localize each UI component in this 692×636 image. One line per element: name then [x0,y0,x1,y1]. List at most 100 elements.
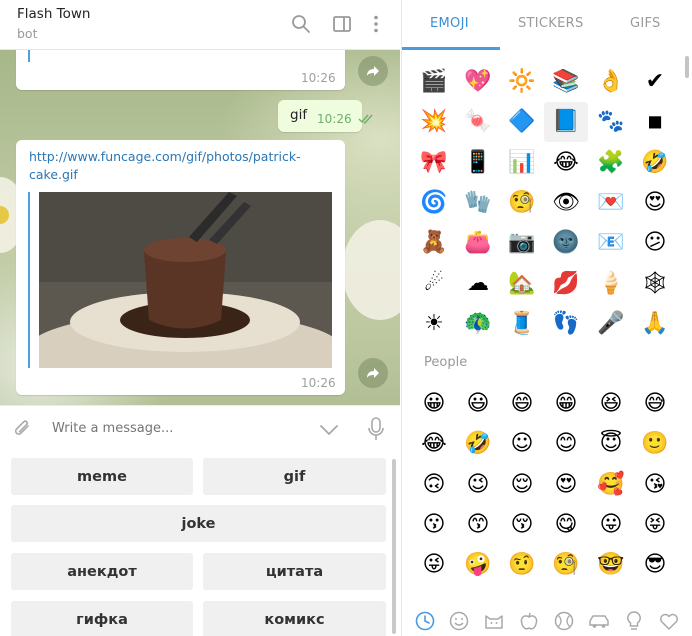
emoji-button[interactable]: 💋 [544,264,588,304]
keyboard-scrollbar[interactable] [392,459,396,634]
emoji-button[interactable]: 😆 [589,384,633,424]
emoji-button[interactable]: 😄 [500,384,544,424]
cat-icon[interactable] [483,610,505,632]
emoji-button[interactable]: 😛 [589,505,633,545]
emoji-button[interactable]: ☀ [412,304,456,344]
emoji-button[interactable]: 🌚 [544,223,588,263]
emoji-button[interactable]: 🙃 [412,465,456,505]
bot-button-anekdot[interactable]: анекдот [11,553,193,590]
bot-button-meme[interactable]: meme [11,458,193,495]
emoji-button[interactable]: 🧐 [500,183,544,223]
bot-button-gifka[interactable]: гифка [11,601,193,636]
message-bubble-outgoing[interactable]: gif 10:26 [278,100,373,132]
emoji-button[interactable]: 🤓 [589,545,633,585]
sidebar-toggle-icon[interactable] [331,13,353,35]
emoji-button[interactable]: 😘 [633,465,677,505]
emoji-scrollbar[interactable] [685,56,689,78]
emoji-button[interactable]: 🧸 [412,223,456,263]
emoji-button[interactable]: 📊 [500,143,544,183]
emoji-button[interactable]: 📘 [544,102,588,143]
emoji-button[interactable]: 🤨 [500,545,544,585]
emoji-button[interactable]: 🎀 [412,143,456,183]
emoji-button[interactable]: 🔆 [500,62,544,102]
emoji-button[interactable]: 🤣 [633,143,677,183]
emoji-button[interactable]: 📚 [544,62,588,102]
emoji-button[interactable]: 😗 [412,505,456,545]
emoji-button[interactable]: 😉 [456,465,500,505]
emoji-button[interactable]: 😌 [500,465,544,505]
emoji-button[interactable]: 💌 [589,183,633,223]
message-link[interactable]: http://www.funcage.com/gif/photos/patric… [29,148,319,184]
emoji-button[interactable]: 😀 [412,384,456,424]
tab-gifs[interactable]: GIFS [630,16,661,31]
emoji-button[interactable]: 🙏 [633,304,677,344]
emoji-button[interactable]: 😂 [544,143,588,183]
emoji-button[interactable]: 🧵 [500,304,544,344]
emoji-button[interactable]: 😁 [544,384,588,424]
emoji-button[interactable]: 📷 [500,223,544,263]
microphone-icon[interactable] [366,416,386,442]
emoji-button[interactable]: ☺ [500,424,544,464]
emoji-button[interactable]: 😝 [633,505,677,545]
emoji-button[interactable]: 🦚 [456,304,500,344]
emoji-button[interactable]: 🐾 [589,102,633,142]
car-icon[interactable] [588,610,610,632]
forward-button[interactable] [358,56,388,86]
emoji-button[interactable]: 😜 [412,545,456,585]
emoji-button[interactable]: 🌀 [412,183,456,223]
emoji-button[interactable]: 😅 [633,384,677,424]
emoji-button[interactable]: 😎 [633,545,677,585]
smile-icon[interactable] [448,610,470,632]
emoji-button[interactable]: 👣 [544,304,588,344]
recent-icon[interactable] [414,610,436,632]
search-icon[interactable] [290,13,312,35]
emoji-button[interactable]: 😕 [633,223,677,263]
emoji-button[interactable]: 👁 [544,183,588,223]
message-list[interactable]: 10:26 gif 10:26 http://www.funcage.com/g… [0,50,400,405]
emoji-button[interactable]: ☁ [456,264,500,304]
emoji-button[interactable]: ◾ [633,102,677,142]
emoji-button[interactable]: 🕸 [633,264,677,304]
emoji-button[interactable]: 😍 [633,183,677,223]
bot-button-komiks[interactable]: комикс [203,601,386,636]
emoji-button[interactable]: 😇 [589,424,633,464]
attach-icon[interactable] [12,418,34,442]
emoji-button[interactable]: 🧐 [544,545,588,585]
chat-title[interactable]: Flash Town [17,6,90,22]
bot-button-gif[interactable]: gif [203,458,386,495]
emoji-button[interactable]: 🧤 [456,183,500,223]
emoji-button[interactable]: 😋 [544,505,588,545]
chevron-down-icon[interactable] [318,422,340,438]
emoji-button[interactable]: 😍 [544,465,588,505]
heart-icon[interactable] [658,610,680,632]
more-vertical-icon[interactable] [365,13,387,35]
gif-preview[interactable] [39,192,332,368]
emoji-button[interactable]: 🤪 [456,545,500,585]
bulb-icon[interactable] [623,610,645,632]
emoji-button[interactable]: 📧 [589,223,633,263]
emoji-button[interactable]: 🙂 [633,424,677,464]
apple-icon[interactable] [518,610,540,632]
message-bubble-incoming[interactable]: 10:26 [16,50,345,90]
emoji-button[interactable]: 🥰 [589,465,633,505]
emoji-button[interactable]: 🤣 [456,424,500,464]
emoji-button[interactable]: 😊 [544,424,588,464]
emoji-button[interactable]: 👛 [456,223,500,263]
emoji-button[interactable]: 💥 [412,102,456,142]
emoji-button[interactable]: 🍬 [456,102,500,142]
emoji-button[interactable]: 😂 [412,424,456,464]
emoji-button[interactable]: 💖 [456,62,500,102]
emoji-button[interactable]: 😙 [456,505,500,545]
tab-stickers[interactable]: STICKERS [518,16,584,31]
tab-emoji[interactable]: EMOJI [430,16,469,31]
emoji-button[interactable]: 🍦 [589,264,633,304]
forward-button[interactable] [358,358,388,388]
bot-button-joke[interactable]: joke [11,505,386,542]
message-input[interactable] [52,421,302,436]
ball-icon[interactable] [553,610,575,632]
emoji-button[interactable]: ✔ [633,62,677,102]
emoji-button[interactable]: 🧩 [589,143,633,183]
emoji-button[interactable]: 🎬 [412,62,456,102]
emoji-button[interactable]: 🎤 [589,304,633,344]
emoji-button[interactable]: 📱 [456,143,500,183]
